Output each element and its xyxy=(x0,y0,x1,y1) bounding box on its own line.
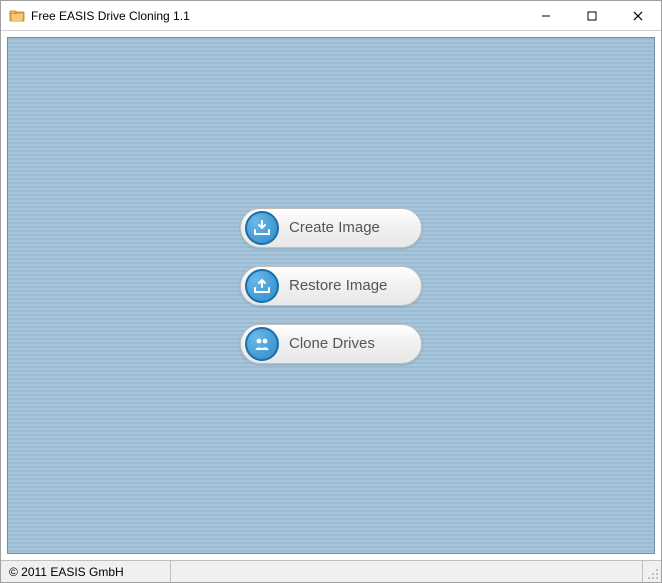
upload-tray-icon xyxy=(245,269,279,303)
create-image-label: Create Image xyxy=(279,219,421,236)
people-icon xyxy=(245,327,279,361)
close-icon xyxy=(633,11,643,21)
statusbar-copyright: © 2011 EASIS GmbH xyxy=(1,561,171,582)
maximize-button[interactable] xyxy=(569,1,615,30)
restore-image-button[interactable]: Restore Image xyxy=(240,266,422,306)
create-image-button[interactable]: Create Image xyxy=(240,208,422,248)
clone-drives-label: Clone Drives xyxy=(279,335,421,352)
main-content: Create Image Restore Image xyxy=(7,37,655,554)
download-tray-icon xyxy=(245,211,279,245)
titlebar[interactable]: Free EASIS Drive Cloning 1.1 xyxy=(1,1,661,31)
window-controls xyxy=(523,1,661,30)
clone-drives-button[interactable]: Clone Drives xyxy=(240,324,422,364)
statusbar-empty xyxy=(171,561,643,582)
resize-grip[interactable] xyxy=(643,561,661,582)
minimize-button[interactable] xyxy=(523,1,569,30)
close-button[interactable] xyxy=(615,1,661,30)
restore-image-label: Restore Image xyxy=(279,277,421,294)
app-icon xyxy=(9,8,25,24)
action-button-stack: Create Image Restore Image xyxy=(240,208,422,364)
minimize-icon xyxy=(541,11,551,21)
maximize-icon xyxy=(587,11,597,21)
grip-icon xyxy=(647,568,659,580)
app-window: Free EASIS Drive Cloning 1.1 xyxy=(0,0,662,583)
window-title: Free EASIS Drive Cloning 1.1 xyxy=(31,9,523,23)
statusbar: © 2011 EASIS GmbH xyxy=(1,560,661,582)
